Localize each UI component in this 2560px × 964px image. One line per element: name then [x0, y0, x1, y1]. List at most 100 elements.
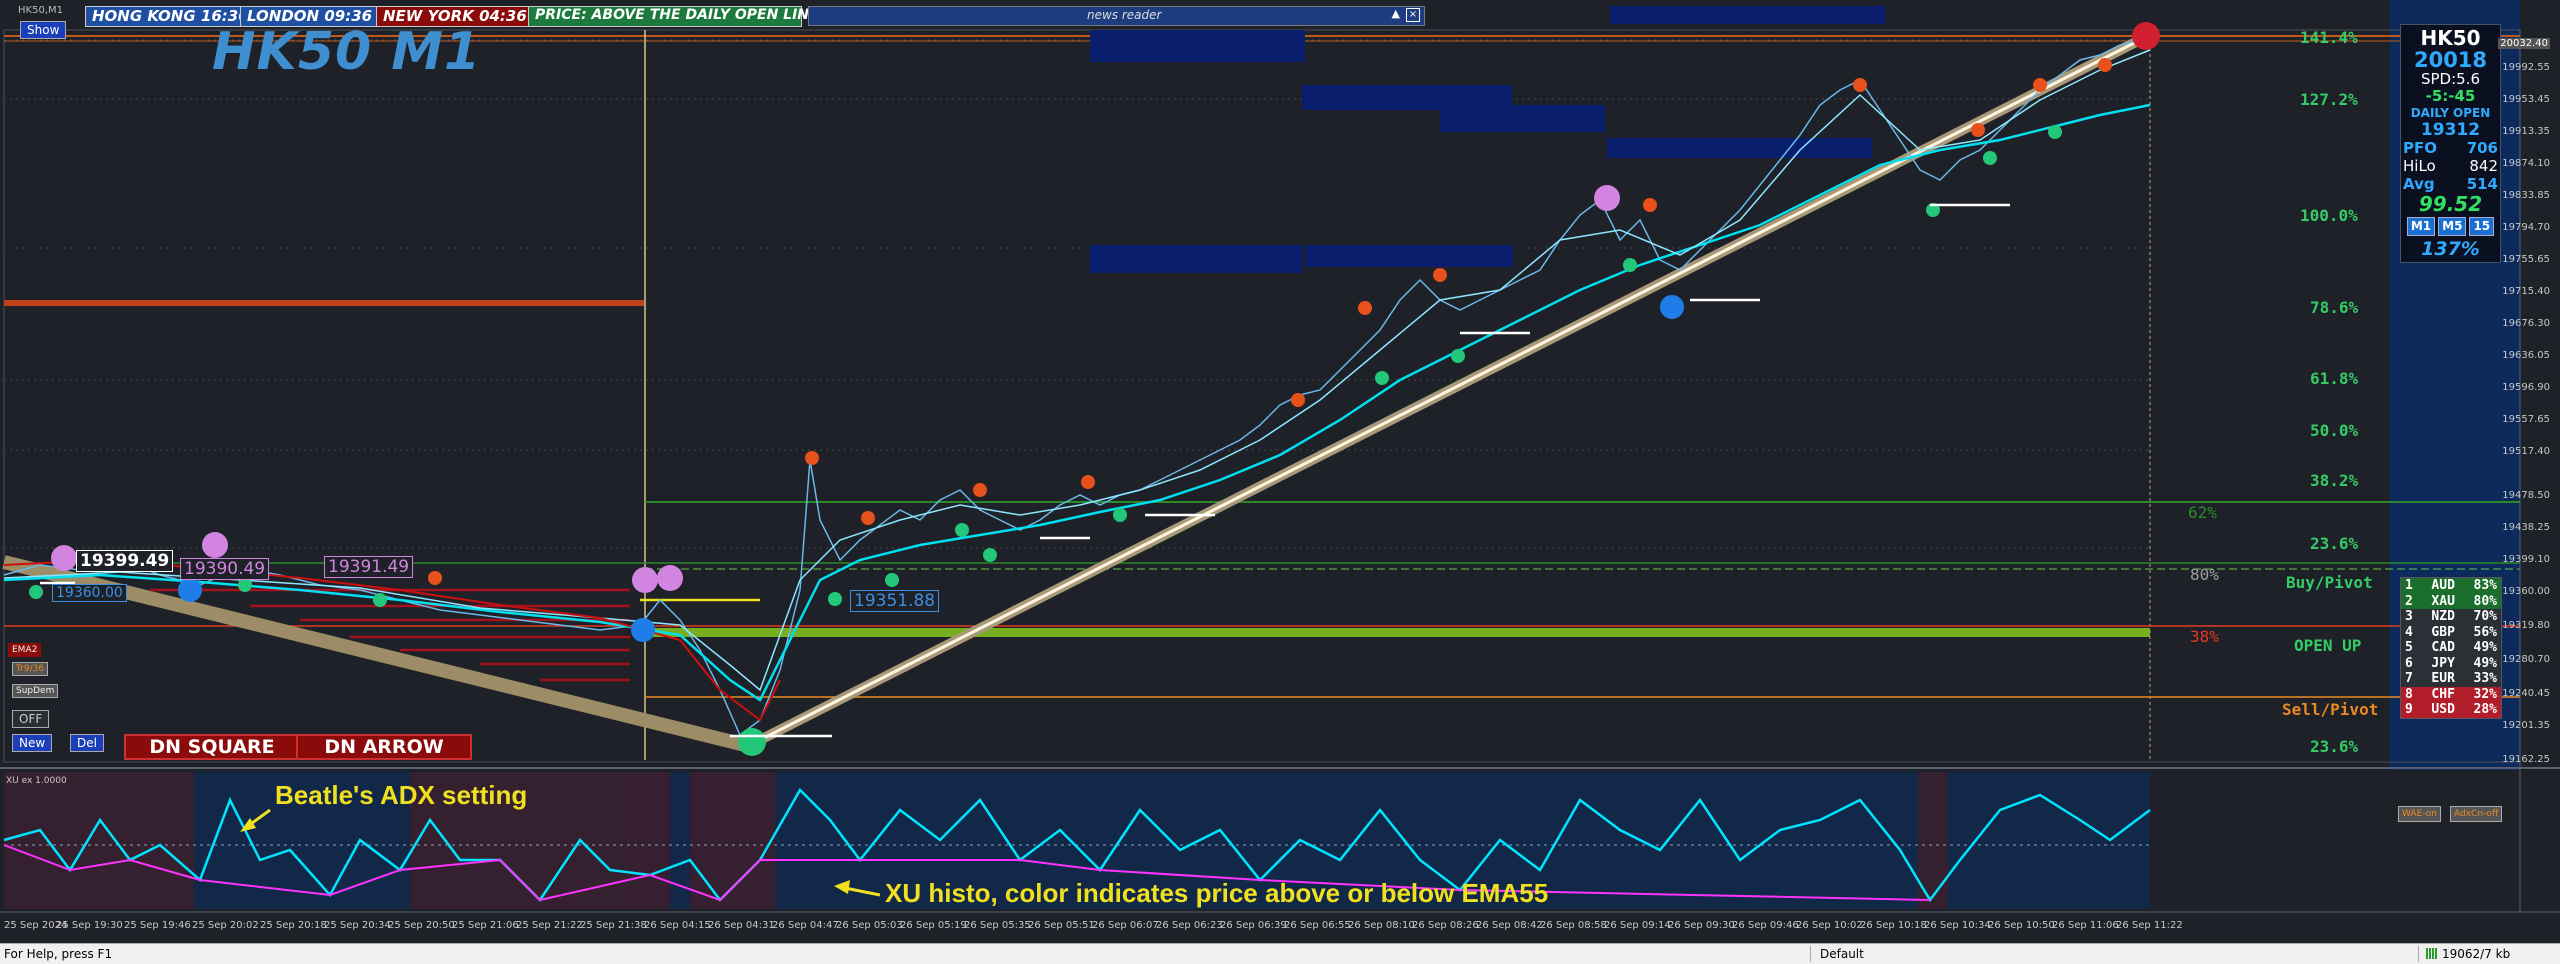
price-axis-label: 19676.30	[2502, 318, 2550, 329]
level-80-label: 80%	[2190, 565, 2219, 584]
adx-annotation: Beatle's ADX setting	[275, 780, 528, 810]
info-avg-row: Avg 514	[2403, 175, 2498, 193]
currency-pct: 49%	[2473, 655, 2497, 671]
price-tag: 19391.49	[324, 556, 414, 578]
price-axis-label: 19636.05	[2502, 350, 2550, 361]
timeframe-buttons: M1 M5 15	[2403, 217, 2498, 236]
currency-rank: 3	[2405, 609, 2413, 624]
time-axis-label: 26 Sep 08:26	[1412, 920, 1479, 931]
currency-row: 1 AUD 83%	[2401, 578, 2501, 594]
collapse-icon[interactable]: ▲	[1392, 7, 1400, 20]
level-62-label: 62%	[2188, 503, 2217, 522]
dn-square-button[interactable]: DN SQUARE	[124, 734, 300, 760]
currency-code: GBP	[2431, 624, 2455, 640]
price-tag: 19390.49	[180, 558, 270, 580]
trend-toggle-button[interactable]: Tr9/36	[12, 662, 49, 676]
currency-row: 3 NZD 70%	[2401, 609, 2501, 625]
wae-on-button[interactable]: WAE-on	[2398, 806, 2441, 822]
time-axis-label: 26 Sep 05:51	[1028, 920, 1095, 931]
price-chart[interactable]	[0, 0, 2560, 963]
time-axis-label: 26 Sep 06:55	[1284, 920, 1351, 931]
currency-code: USD	[2431, 702, 2455, 717]
info-hilo-label: HiLo	[2403, 157, 2436, 175]
adx-off-button[interactable]: AdxCn-off	[2450, 806, 2503, 822]
tf-m1-button[interactable]: M1	[2406, 217, 2436, 236]
currency-pct: 80%	[2473, 593, 2497, 609]
delete-button[interactable]: Del	[70, 734, 104, 752]
currency-rank: 8	[2405, 686, 2413, 702]
close-icon[interactable]: ×	[1406, 8, 1420, 22]
price-axis-label: 19240.45	[2502, 688, 2550, 699]
currency-row: 4 GBP 56%	[2401, 625, 2501, 641]
price-axis-label: 19794.70	[2502, 222, 2550, 233]
price-axis-label: 19399.10	[2502, 554, 2550, 565]
dn-arrow-button[interactable]: DN ARROW	[296, 734, 472, 760]
tf-m5-button[interactable]: M5	[2438, 217, 2467, 236]
tf-m15-button[interactable]: 15	[2469, 217, 2495, 236]
open-up-label: OPEN UP	[2294, 636, 2362, 655]
ema-toggle-button[interactable]: EMA2	[8, 643, 42, 657]
price-axis-label: 20032.40	[2498, 38, 2550, 49]
time-axis-label: 25 Sep 20:50	[388, 920, 455, 931]
currency-code: EUR	[2431, 671, 2455, 686]
price-status-banner: PRICE: ABOVE THE DAILY OPEN LINE	[528, 6, 819, 27]
time-axis-label: 26 Sep 10:02	[1796, 920, 1863, 931]
info-change: -5:-45	[2425, 87, 2476, 105]
price-axis-label: 19874.10	[2502, 158, 2550, 169]
info-symbol: HK50	[2420, 26, 2481, 50]
time-axis-label: 26 Sep 05:19	[900, 920, 967, 931]
time-axis-label: 26 Sep 04:15	[644, 920, 711, 931]
price-axis-label: 19992.55	[2502, 62, 2550, 73]
price-axis-label: 19319.80	[2502, 620, 2550, 631]
price-axis-label: 19162.25	[2502, 754, 2550, 765]
currency-pct: 83%	[2473, 578, 2497, 593]
currency-strength-panel: 1 AUD 83% 2 XAU 80% 3 NZD 70% 4 GBP 56% 5 CAD 49% …	[2400, 577, 2502, 719]
time-axis-label: 26 Sep 05:35	[964, 920, 1031, 931]
currency-rank: 1	[2405, 578, 2413, 593]
supdem-toggle-button[interactable]: SupDem	[12, 684, 59, 698]
currency-rank: 6	[2405, 655, 2413, 671]
price-axis-label: 19201.35	[2502, 720, 2550, 731]
subwindow-label: XU ex 1.0000	[6, 776, 67, 786]
info-daily-open: 19312	[2420, 120, 2481, 140]
info-panel: HK50 20018 SPD:5.6 -5:-45 DAILY OPEN 193…	[2400, 24, 2501, 263]
currency-row: 2 XAU 80%	[2401, 593, 2501, 609]
time-axis-label: 25 Sep 20:18	[260, 920, 327, 931]
show-button[interactable]: Show	[20, 21, 67, 39]
currency-code: AUD	[2431, 578, 2455, 593]
time-axis-label: 26 Sep 09:46	[1732, 920, 1799, 931]
time-axis-label: 26 Sep 04:47	[772, 920, 839, 931]
info-avg-label: Avg	[2403, 175, 2435, 193]
info-price: 20018	[2413, 48, 2488, 72]
currency-pct: 56%	[2473, 624, 2497, 640]
window-title: HK50,M1	[18, 5, 63, 16]
price-axis-label: 19953.45	[2502, 94, 2550, 105]
off-button[interactable]: OFF	[12, 710, 50, 728]
currency-code: JPY	[2431, 655, 2455, 671]
info-score: 99.52	[2418, 192, 2483, 216]
time-axis-label: 26 Sep 06:07	[1092, 920, 1159, 931]
time-axis-label: 25 Sep 20:02	[192, 920, 259, 931]
currency-pct: 28%	[2473, 702, 2497, 717]
currency-row: 8 CHF 32%	[2401, 686, 2501, 702]
time-axis-label: 26 Sep 10:18	[1860, 920, 1927, 931]
price-axis-label: 19833.85	[2502, 190, 2550, 201]
time-axis-label: 25 Sep 21:38	[580, 920, 647, 931]
info-pfo: 706	[2466, 139, 2498, 157]
currency-row: 5 CAD 49%	[2401, 640, 2501, 656]
fib-78: 78.6%	[2310, 298, 2359, 317]
price-axis-label: 19557.65	[2502, 414, 2550, 425]
buy-pivot-label: Buy/Pivot	[2286, 573, 2373, 592]
new-button[interactable]: New	[12, 734, 53, 752]
sell-pivot-label: Sell/Pivot	[2282, 700, 2379, 719]
time-axis-label: 26 Sep 04:31	[708, 920, 775, 931]
news-reader-bar[interactable]: news reader ▲ ×	[808, 6, 1425, 26]
currency-rank: 7	[2405, 671, 2413, 686]
currency-code: NZD	[2431, 609, 2455, 624]
currency-rank: 9	[2405, 702, 2413, 717]
time-axis-label: 26 Sep 08:42	[1476, 920, 1543, 931]
price-axis-label: 19517.40	[2502, 446, 2550, 457]
info-avg: 514	[2466, 175, 2498, 193]
info-pfo-label: PFO	[2403, 139, 2437, 157]
time-axis-label: 25 Sep 21:06	[452, 920, 519, 931]
